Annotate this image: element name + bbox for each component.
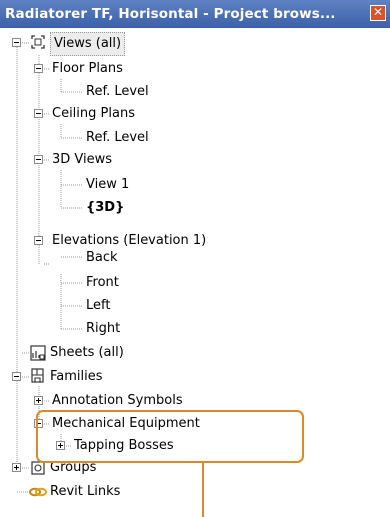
close-button[interactable]: ✕ <box>370 5 386 21</box>
tree-item-ceiling-plans[interactable]: Ceiling Plans <box>52 103 135 125</box>
tree-item-annotation-symbols[interactable]: Annotation Symbols <box>52 390 183 412</box>
tree-item-label: Ref. Level <box>86 130 149 145</box>
expand-toggle-annotation-symbols[interactable] <box>34 396 43 405</box>
views-icon <box>31 35 45 49</box>
tree-item-label: Annotation Symbols <box>52 393 183 408</box>
tree-item-label: Families <box>50 369 103 384</box>
tree-item-label: Sheets (all) <box>50 345 124 360</box>
tree-item-label: Floor Plans <box>52 61 123 76</box>
tree-item-elevation-right[interactable]: Right <box>86 318 120 340</box>
collapse-toggle-elevations[interactable] <box>34 236 43 245</box>
collapse-toggle-3d-views[interactable] <box>34 155 43 164</box>
tree-item-elevation-front[interactable]: Front <box>86 272 119 294</box>
families-icon <box>31 368 44 383</box>
tree-item-label: Right <box>86 321 121 336</box>
tree-item-sheets-all[interactable]: Sheets (all) <box>50 342 124 364</box>
project-browser-tree[interactable]: Views (all) Floor Plans Ref. Level Ceili… <box>0 28 390 517</box>
tree-item-elevation-left[interactable]: Left <box>86 295 110 317</box>
window-title: Radiatorer TF, Horisontal - Project brow… <box>5 6 336 22</box>
tree-item-label: 3D Views <box>52 152 113 167</box>
tree-item-label: Elevations (Elevation 1) <box>52 233 207 248</box>
highlight-box <box>36 410 304 463</box>
callout-pointer-line <box>202 461 204 517</box>
revit-links-icon <box>29 487 47 497</box>
tree-item-label: Ceiling Plans <box>52 106 135 121</box>
tree-item-elevations[interactable]: Elevations (Elevation 1) <box>52 230 206 252</box>
collapse-toggle-floor-plans[interactable] <box>34 64 43 73</box>
tree-item-label: Views (all) <box>50 32 126 56</box>
title-bar[interactable]: Radiatorer TF, Horisontal - Project brow… <box>0 0 390 28</box>
tree-item-label: Front <box>86 275 119 290</box>
tree-item-ceiling-plans-ref-level[interactable]: Ref. Level <box>86 127 149 149</box>
tree-item-3d-view-active[interactable]: {3D} <box>86 197 124 219</box>
tree-item-label: Back <box>86 250 118 265</box>
tree-item-label: Left <box>86 298 111 313</box>
expand-toggle-groups[interactable] <box>12 463 21 472</box>
collapse-toggle-views[interactable] <box>12 38 21 47</box>
collapse-toggle-ceiling-plans[interactable] <box>34 109 43 118</box>
tree-item-revit-links[interactable]: Revit Links <box>50 481 120 503</box>
tree-item-families[interactable]: Families <box>50 366 103 388</box>
tree-item-floor-plans[interactable]: Floor Plans <box>52 58 123 80</box>
collapse-toggle-families[interactable] <box>12 372 21 381</box>
tree-item-elevation-back[interactable]: Back <box>86 247 118 269</box>
tree-item-views-all[interactable]: Views (all) <box>50 32 126 56</box>
tree-item-label: Revit Links <box>50 484 121 499</box>
tree-item-label: View 1 <box>86 177 130 192</box>
sheets-icon <box>30 345 46 361</box>
tree-item-view-1[interactable]: View 1 <box>86 174 129 196</box>
tree-item-floor-plans-ref-level[interactable]: Ref. Level <box>86 81 149 103</box>
tree-item-3d-views[interactable]: 3D Views <box>52 149 112 171</box>
tree-item-label: {3D} <box>86 200 125 215</box>
tree-item-label: Ref. Level <box>86 84 149 99</box>
